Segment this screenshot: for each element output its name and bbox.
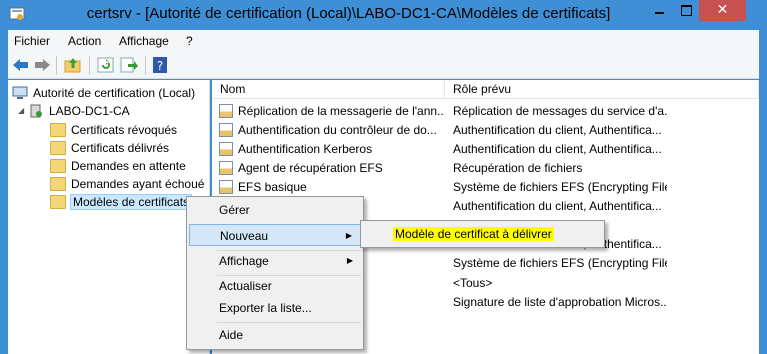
row-role: <Tous> (453, 276, 493, 290)
toolbar: ? (8, 52, 759, 79)
tree-ca-node[interactable]: LABO-DC1-CA (28, 102, 130, 120)
menu-action[interactable]: Action (68, 34, 101, 48)
menu-item-nouveau[interactable]: Nouveau ▶ (189, 224, 361, 246)
tree-item-failed[interactable]: Demandes ayant échoué (50, 175, 204, 193)
toolbar-separator (56, 56, 57, 75)
folder-icon (50, 159, 66, 173)
menu-item-label: Modèle de certificat à délivrer (393, 227, 554, 241)
submenu-arrow-icon: ▶ (346, 256, 353, 265)
row-role: Signature de liste d'approbation Micros.… (453, 295, 667, 309)
svg-text:?: ? (157, 59, 163, 73)
title-bar: certsrv - [Autorité de certification (Lo… (0, 0, 767, 30)
toolbar-separator (89, 56, 90, 75)
collapse-arrow-icon[interactable]: ◢ (18, 106, 24, 115)
tree-item-pending[interactable]: Demandes en attente (50, 157, 186, 175)
export-list-icon[interactable] (119, 56, 139, 74)
column-header-name[interactable]: Nom (212, 80, 445, 99)
window-frame-right (759, 30, 767, 354)
menu-item-gerer[interactable]: Gérer (189, 199, 361, 221)
refresh-icon[interactable] (96, 56, 116, 74)
menu-fichier[interactable]: Fichier (14, 34, 50, 48)
tree-item-label: Modèles de certificats (69, 194, 193, 210)
certificate-template-icon (219, 161, 233, 175)
ca-server-icon (30, 104, 42, 118)
tree-item-label: Certificats révoqués (71, 123, 178, 137)
close-button[interactable]: ✕ (699, 0, 746, 21)
row-role: Réplication de messages du service d'a..… (453, 104, 667, 118)
menu-help[interactable]: ? (186, 34, 193, 48)
forward-arrow-icon[interactable] (32, 56, 52, 74)
menu-item-label: Affichage (219, 254, 269, 268)
row-role: Système de fichiers EFS (Encrypting File… (453, 256, 667, 270)
folder-icon (50, 177, 66, 191)
row-name: EFS basique (238, 180, 307, 194)
tree-item-templates[interactable]: Modèles de certificats (50, 193, 193, 211)
row-role: Système de fichiers EFS (Encrypting File… (453, 180, 667, 194)
row-name: Réplication de la messagerie de l'ann... (238, 104, 445, 118)
tree-item-issued[interactable]: Certificats délivrés (50, 139, 169, 157)
submenu-arrow-icon: ▶ (345, 231, 352, 240)
table-row[interactable]: EFS basique Système de fichiers EFS (Enc… (212, 178, 759, 197)
menu-affichage[interactable]: Affichage (119, 34, 169, 48)
tree-root[interactable]: Autorité de certification (Local) (12, 84, 195, 102)
certificate-template-icon (219, 104, 233, 118)
folder-icon (50, 195, 66, 209)
menu-bar: Fichier Action Affichage ? (8, 30, 759, 52)
menu-item-template-to-issue[interactable]: Modèle de certificat à délivrer (363, 223, 602, 245)
submenu-nouveau: Modèle de certificat à délivrer (360, 220, 605, 248)
close-icon: ✕ (716, 1, 729, 17)
menu-item-affichage[interactable]: Affichage ▶ (189, 250, 361, 272)
tree-item-label: Demandes ayant échoué (71, 177, 205, 191)
row-name: Authentification du contrôleur de do... (238, 123, 437, 137)
row-name: Agent de récupération EFS (238, 161, 383, 175)
table-row[interactable]: Authentification du contrôleur de do... … (212, 121, 759, 140)
row-role: Authentification du client, Authentifica… (453, 142, 662, 156)
tree-root-label: Autorité de certification (Local) (33, 86, 196, 100)
tree-item-revoked[interactable]: Certificats révoqués (50, 121, 177, 139)
folder-icon (50, 123, 66, 137)
menu-item-actualiser[interactable]: Actualiser (189, 275, 361, 297)
help-icon[interactable]: ? (150, 56, 170, 74)
menu-item-label: Nouveau (220, 229, 269, 243)
folder-icon (50, 141, 66, 155)
row-role: Authentification du client, Authentifica… (453, 199, 662, 213)
menu-item-aide[interactable]: Aide (189, 324, 361, 346)
context-menu: Gérer Nouveau ▶ Affichage ▶ Actualiser E… (186, 196, 364, 350)
certificate-template-icon (219, 142, 233, 156)
tree-item-label: Certificats délivrés (71, 141, 170, 155)
column-header-role[interactable]: Rôle prévu (445, 80, 759, 99)
tree-ca-label: LABO-DC1-CA (49, 104, 130, 118)
menu-separator (217, 322, 361, 323)
computer-icon (12, 86, 28, 99)
certificate-template-icon (219, 180, 233, 194)
row-name: Authentification Kerberos (238, 142, 373, 156)
up-folder-icon[interactable] (63, 56, 83, 74)
menu-item-exporter[interactable]: Exporter la liste... (189, 297, 361, 319)
row-role: Authentification du client, Authentifica… (453, 123, 662, 137)
table-row[interactable]: Authentification Kerberos Authentificati… (212, 140, 759, 159)
table-row[interactable]: Agent de récupération EFS Récupération d… (212, 159, 759, 178)
back-arrow-icon[interactable] (11, 56, 31, 74)
tree-pane: Autorité de certification (Local) ◢ LABO… (8, 80, 210, 354)
row-role: Récupération de fichiers (453, 161, 583, 175)
certificate-template-icon (219, 123, 233, 137)
tree-item-label: Demandes en attente (71, 159, 186, 173)
table-row[interactable]: Réplication de la messagerie de l'ann...… (212, 102, 759, 121)
minimize-button[interactable] (646, 0, 673, 21)
toolbar-separator (145, 56, 146, 75)
maximize-button[interactable] (673, 0, 699, 21)
